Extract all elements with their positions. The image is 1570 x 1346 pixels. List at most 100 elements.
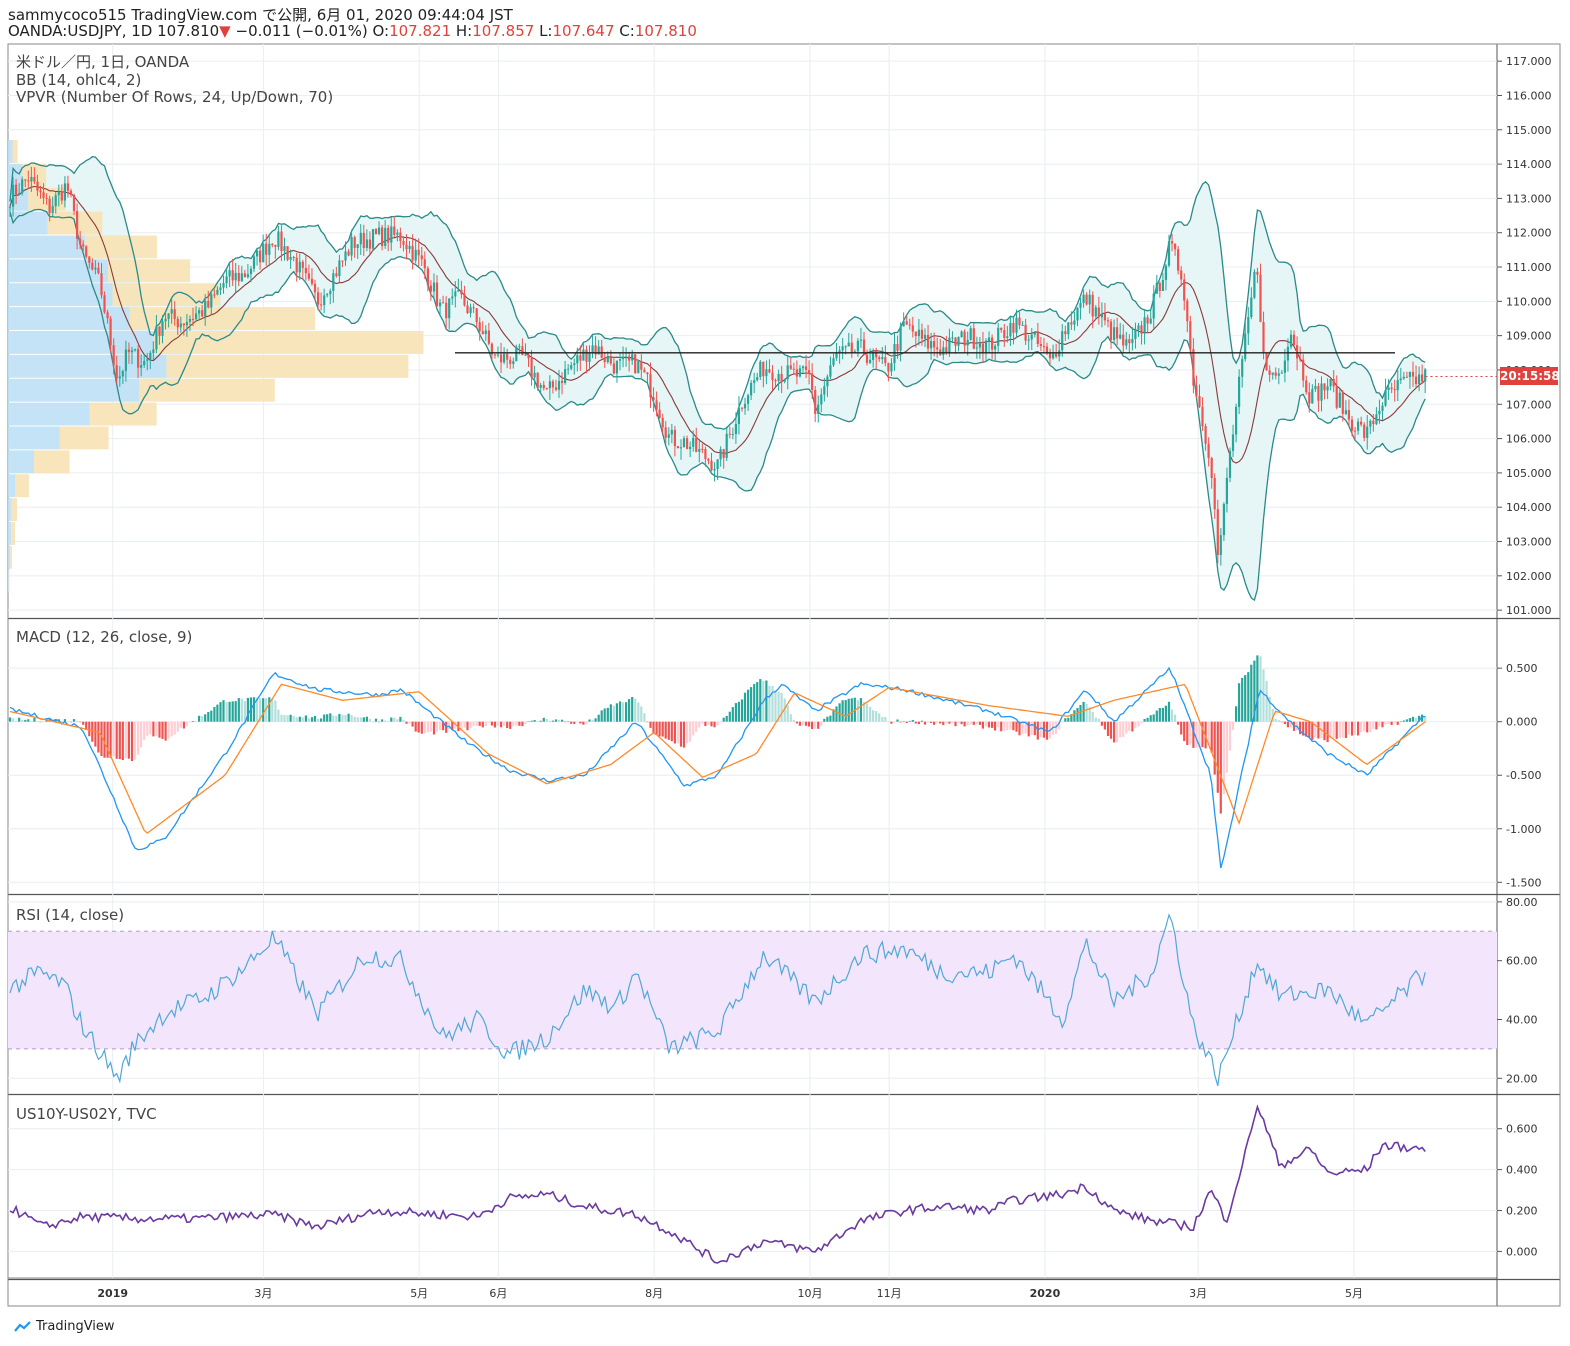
candle-body — [307, 273, 310, 279]
candle-body — [984, 340, 988, 353]
candle-body — [1244, 333, 1247, 360]
macd-histogram-bar — [1247, 672, 1250, 722]
macd-histogram-bar — [121, 721, 124, 760]
macd-histogram-bar — [689, 721, 692, 742]
spread-pane-title[interactable]: US10Y-US02Y, TVC — [16, 1106, 157, 1123]
macd-histogram-bar — [182, 721, 185, 729]
candle-body — [533, 372, 536, 378]
candle-body — [917, 329, 920, 337]
candle-body — [701, 448, 704, 450]
macd-histogram-bar — [277, 709, 280, 722]
rsi-pane-title[interactable]: RSI (14, close) — [16, 907, 124, 924]
macd-histogram-bar — [1335, 721, 1338, 739]
candle-body — [567, 368, 570, 370]
macd-histogram-bar — [234, 701, 237, 722]
macd-histogram-bar — [695, 721, 698, 732]
macd-histogram-bar — [978, 721, 981, 725]
macd-histogram-bar — [295, 717, 298, 722]
candle-body — [408, 245, 411, 250]
macd-histogram-bar — [957, 721, 960, 723]
candle-body — [320, 304, 323, 306]
macd-histogram-bar — [844, 700, 847, 722]
macd-histogram-bar — [338, 713, 341, 722]
candle-body — [512, 361, 515, 364]
macd-histogram-bar — [1079, 705, 1082, 722]
candle-body — [341, 260, 344, 262]
candle-body — [1216, 509, 1219, 555]
candle-body — [1280, 372, 1283, 374]
candle-body — [1424, 369, 1427, 382]
candle-body — [256, 250, 259, 257]
candle-body — [506, 353, 509, 360]
macd-histogram-bar — [643, 713, 646, 722]
macd-histogram-bar — [393, 717, 396, 722]
candle-body — [1320, 383, 1323, 401]
value-tick-label: 0.600 — [1506, 1123, 1538, 1136]
macd-histogram-bar — [1235, 706, 1238, 722]
candle-body — [603, 358, 606, 363]
candle-body — [548, 381, 551, 389]
macd-histogram-bar — [484, 721, 487, 727]
chart-canvas[interactable]: 2019 3月 5月 6月 8月 10月 11月 2020 3月 5月 117.000 116.000… — [0, 0, 1570, 1346]
value-tick-label: 0.000 — [1506, 716, 1538, 729]
candle-body — [521, 346, 524, 355]
candle-body — [887, 363, 890, 372]
macd-histogram-bar — [640, 706, 643, 722]
macd-pane-title[interactable]: MACD (12, 26, close, 9) — [16, 629, 192, 646]
macd-histogram-bar — [698, 721, 701, 728]
macd-histogram-bar — [1283, 721, 1286, 725]
value-tick-label: 0.000 — [1506, 1245, 1538, 1258]
candle-body — [51, 206, 54, 213]
macd-histogram-bar — [954, 721, 957, 727]
tradingview-logo[interactable]: TradingView — [14, 1319, 115, 1334]
macd-histogram-bar — [1128, 721, 1131, 731]
macd-histogram-bar — [368, 718, 371, 722]
candle-body — [454, 291, 457, 297]
candle-body — [420, 255, 423, 260]
macd-histogram-bar — [725, 715, 728, 722]
candle-body — [692, 437, 695, 447]
macd-histogram-bar — [188, 721, 192, 723]
candle-body — [33, 177, 36, 182]
vpvr-indicator-label[interactable]: VPVR (Number Of Rows, 24, Up/Down, 70) — [16, 89, 333, 106]
macd-histogram-bar — [1085, 703, 1088, 722]
macd-histogram-bar — [798, 721, 801, 726]
macd-histogram-bar — [1027, 721, 1030, 737]
macd-histogram-bar — [542, 717, 545, 722]
candle-body — [271, 243, 274, 245]
candle-body — [1125, 339, 1128, 346]
macd-histogram-bar — [79, 721, 82, 723]
bb-indicator-label[interactable]: BB (14, ohlc4, 2) — [16, 72, 141, 89]
macd-histogram-bar — [490, 721, 493, 726]
candle-body — [542, 384, 545, 389]
macd-histogram-bar — [991, 721, 994, 728]
macd-histogram-bar — [1064, 718, 1067, 722]
macd-histogram-bar — [1378, 721, 1381, 727]
candle-body — [750, 382, 753, 396]
macd-histogram-bar — [908, 720, 911, 722]
candle-body — [167, 313, 170, 319]
macd-histogram-bar — [1186, 721, 1189, 745]
vpvr-down-volume-bar — [84, 235, 157, 259]
candle-body — [204, 300, 207, 317]
macd-histogram-bar — [942, 721, 945, 726]
candle-body — [1198, 396, 1201, 407]
candle-body — [951, 337, 954, 339]
macd-histogram-bar — [557, 719, 561, 722]
macd-histogram-bar — [963, 721, 966, 727]
macd-histogram-bar — [747, 689, 750, 722]
candle-body — [582, 349, 585, 361]
macd-histogram-bar — [911, 720, 914, 722]
candle-body — [1308, 392, 1311, 404]
rsi-band-fill — [8, 931, 1497, 1049]
macd-histogram-bar — [826, 716, 829, 722]
candle-body — [176, 318, 179, 328]
candle-body — [1003, 330, 1006, 338]
candle-body — [1344, 410, 1347, 414]
macd-histogram-bar — [1003, 721, 1006, 731]
candle-body — [82, 244, 85, 247]
candle-body — [963, 331, 966, 346]
candle-body — [103, 295, 106, 313]
tradingview-logo-icon — [14, 1320, 31, 1332]
value-tick-label: 0.400 — [1506, 1164, 1538, 1177]
